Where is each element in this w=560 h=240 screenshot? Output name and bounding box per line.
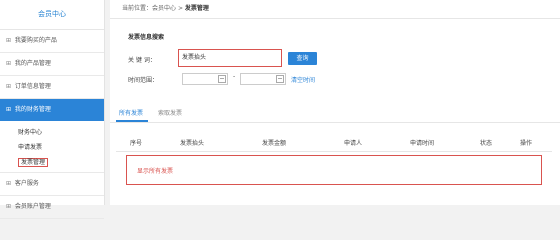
expand-icon: ⊞ [6, 180, 12, 187]
breadcrumb-link-member-center[interactable]: 会员中心 [152, 5, 176, 12]
sidebar-item-products[interactable]: ⊞ 我的产品管理 [0, 53, 104, 76]
breadcrumb: 当前位置：会员中心 > 发票管理 [110, 0, 560, 19]
end-date-input[interactable] [240, 73, 286, 85]
sidebar-item-label: 我要购买的产品 [14, 37, 57, 44]
invoice-tabs: 所有发票 索取发票 [110, 104, 560, 123]
empty-message: 显示所有发票 [137, 168, 174, 175]
sidebar-item-label: 客户服务 [14, 180, 39, 187]
expand-icon: ⊞ [6, 203, 12, 210]
column-header: 申请时间 [410, 140, 435, 147]
active-tab-indicator [116, 120, 148, 122]
time-range-label: 时间范围： [128, 77, 159, 84]
submenu-item-apply-invoice[interactable]: 申请发票 [0, 140, 104, 155]
main-panel: 当前位置：会员中心 > 发票管理 发票信息搜索 关 键 词： 发票抬头 查询 时… [110, 0, 560, 205]
sidebar-item-label: 订单信息管理 [14, 83, 51, 90]
start-date-input[interactable] [182, 73, 228, 85]
column-header: 发票抬头 [180, 140, 205, 147]
sidebar-item-customer-service[interactable]: ⊞ 客户服务 [0, 173, 104, 196]
column-header: 申请人 [344, 140, 363, 147]
expand-icon: ⊞ [6, 106, 12, 113]
sidebar-item-label: 我的产品管理 [14, 60, 51, 67]
keyword-label: 关 键 词： [128, 57, 156, 64]
tab-request-invoice[interactable]: 索取发票 [158, 108, 182, 117]
column-header: 序号 [130, 140, 143, 147]
sidebar-item-orders[interactable]: ⊞ 订单信息管理 [0, 76, 104, 99]
sidebar-item-finance[interactable]: ⊞ 我的财务管理 [0, 99, 104, 121]
tab-all-invoices[interactable]: 所有发票 [119, 108, 143, 117]
sidebar-title: 会员中心 [0, 0, 104, 30]
sidebar: 会员中心 ⊞ 我要购买的产品 ⊞ 我的产品管理 ⊞ 订单信息管理 ⊞ 我的财务管… [0, 0, 105, 219]
sidebar-item-label: 我的财务管理 [14, 106, 51, 113]
search-title: 发票信息搜索 [128, 34, 165, 41]
submenu-item-finance-center[interactable]: 财务中心 [0, 125, 104, 140]
column-header: 状态 [480, 140, 493, 147]
expand-icon: ⊞ [6, 83, 12, 90]
keyword-input[interactable]: 发票抬头 [178, 49, 282, 67]
calendar-icon[interactable] [218, 75, 226, 83]
sidebar-item-label: 会员账户管理 [14, 203, 51, 210]
column-header: 发票金额 [262, 140, 287, 147]
sidebar-item-purchase[interactable]: ⊞ 我要购买的产品 [0, 30, 104, 53]
sidebar-item-account[interactable]: ⊞ 会员账户管理 [0, 196, 104, 219]
invoice-search-panel: 发票信息搜索 关 键 词： 发票抬头 查询 时间范围： - 清空时间 [120, 32, 550, 92]
breadcrumb-current: 发票管理 [184, 5, 209, 12]
range-separator: - [233, 73, 236, 80]
search-button[interactable]: 查询 [288, 52, 317, 65]
finance-submenu: 财务中心 申请发票 发票管理 [0, 121, 104, 173]
expand-icon: ⊞ [6, 60, 12, 67]
column-header: 操作 [520, 140, 533, 147]
table-empty-state: 显示所有发票 [126, 155, 542, 185]
table-header: 序号 发票抬头 发票金额 申请人 申请时间 状态 操作 [116, 135, 552, 152]
calendar-icon[interactable] [276, 75, 284, 83]
expand-icon: ⊞ [6, 37, 12, 44]
clear-time-link[interactable]: 清空时间 [291, 75, 315, 84]
submenu-item-invoice-management[interactable]: 发票管理 [0, 155, 104, 170]
